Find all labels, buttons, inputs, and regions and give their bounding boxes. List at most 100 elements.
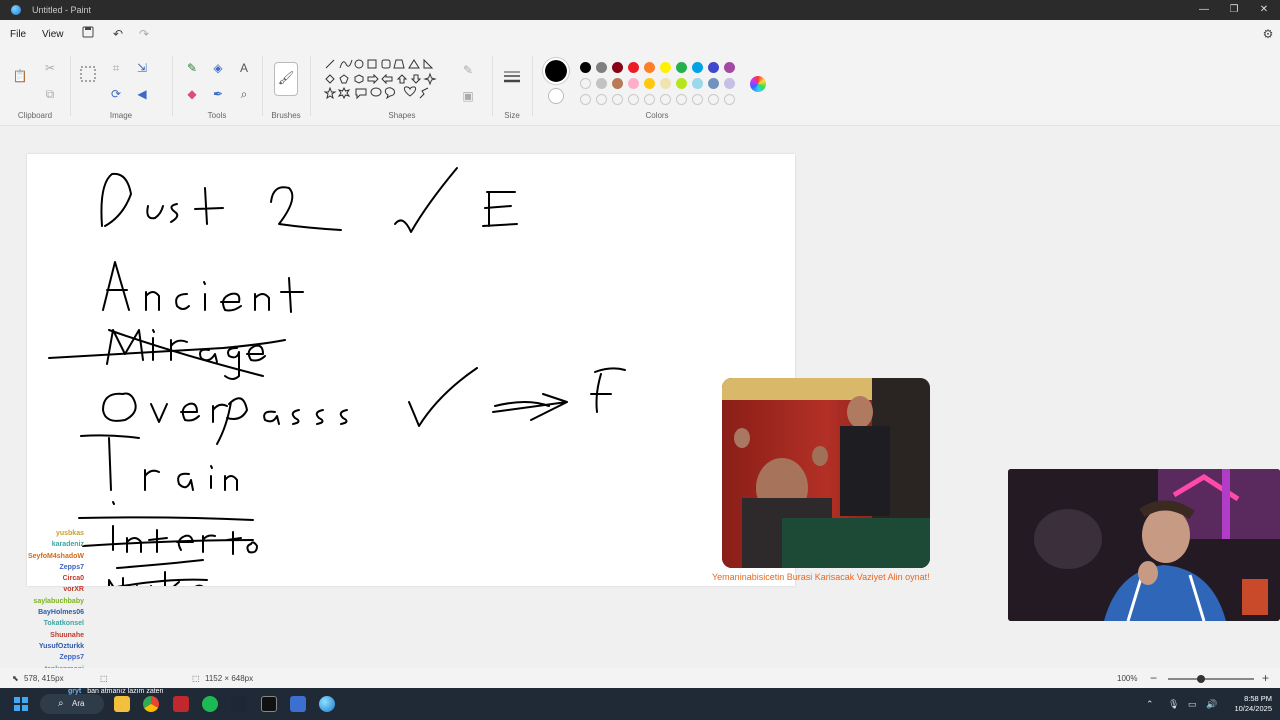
windows-start-icon[interactable]: [14, 697, 28, 711]
webcam-overlay: [1008, 469, 1280, 621]
custom-color-slot[interactable]: [644, 94, 655, 105]
custom-color-slot[interactable]: [676, 94, 687, 105]
custom-color-slot[interactable]: [580, 94, 591, 105]
clock[interactable]: 8:58 PM 10/24/2025: [1222, 694, 1272, 714]
color-swatch[interactable]: [644, 62, 655, 73]
menu-file[interactable]: File: [10, 29, 26, 40]
color-swatch[interactable]: [596, 62, 607, 73]
color-swatch[interactable]: [724, 62, 735, 73]
close-button[interactable]: ✕: [1250, 2, 1278, 18]
maximize-button[interactable]: ❐: [1220, 2, 1248, 18]
brushes-group: 🖌 Brushes: [264, 52, 308, 124]
color-swatch[interactable]: [660, 62, 671, 73]
steam-icon[interactable]: [231, 696, 247, 712]
zoom-slider[interactable]: [1168, 678, 1254, 680]
color-swatch[interactable]: [628, 62, 639, 73]
color-swatch[interactable]: [676, 78, 687, 89]
color-swatch[interactable]: [644, 78, 655, 89]
recorder-icon[interactable]: [173, 696, 189, 712]
video-overlay: [722, 378, 930, 568]
notes-icon[interactable]: [290, 696, 306, 712]
ribbon-divider: [262, 56, 263, 116]
line-size-icon[interactable]: [504, 70, 520, 84]
custom-color-slot[interactable]: [596, 94, 607, 105]
color-swatch[interactable]: [724, 78, 735, 89]
color-swatch[interactable]: [708, 62, 719, 73]
primary-color[interactable]: [543, 58, 569, 84]
color-swatch[interactable]: [596, 78, 607, 89]
taskbar-search-label: Ara: [72, 699, 85, 708]
network-icon[interactable]: ▭: [1188, 699, 1197, 710]
chat-message: Tokatkonsel: [16, 620, 206, 631]
resize-icon[interactable]: ⇲: [134, 60, 150, 76]
color-swatch[interactable]: [580, 62, 591, 73]
paste-icon[interactable]: 📋: [12, 68, 28, 84]
cut-icon[interactable]: ✂: [42, 60, 58, 76]
zoom-slider-thumb[interactable]: [1197, 675, 1205, 683]
chat-message: yusbkas: [16, 530, 206, 541]
fill-icon[interactable]: ◈: [210, 60, 226, 76]
outline-icon[interactable]: ✎: [460, 62, 476, 78]
zoom-out-button[interactable]: −: [1150, 671, 1157, 685]
shapes-group: ✎ ▣ Shapes: [312, 52, 492, 124]
paint-taskbar-icon[interactable]: [319, 696, 335, 712]
color-picker-icon[interactable]: ✒: [210, 86, 226, 102]
colors-group: Colors: [534, 52, 780, 124]
pencil-icon[interactable]: ✎: [184, 60, 200, 76]
color-swatch[interactable]: [612, 62, 623, 73]
menu-view[interactable]: View: [42, 29, 64, 40]
minimize-button[interactable]: —: [1190, 2, 1218, 18]
chrome-icon[interactable]: [143, 696, 159, 712]
custom-color-slot[interactable]: [724, 94, 735, 105]
stream-chat: yusbkas karadeniz SeyfoM4shadoW Zepps7 Circa…: [16, 530, 206, 677]
custom-color-slot[interactable]: [660, 94, 671, 105]
text-icon[interactable]: A: [236, 60, 252, 76]
redo-icon[interactable]: ↷: [136, 26, 152, 42]
undo-icon[interactable]: ↶: [110, 26, 126, 42]
volume-icon[interactable]: 🔊: [1206, 699, 1217, 710]
color-swatch[interactable]: [692, 62, 703, 73]
copy-icon[interactable]: ⧉: [42, 86, 58, 102]
file-explorer-icon[interactable]: [114, 696, 130, 712]
microphone-icon[interactable]: 🎙: [1168, 699, 1179, 710]
eraser-icon[interactable]: ◆: [184, 86, 200, 102]
chat-message: karadeniz: [16, 541, 206, 552]
epic-games-icon[interactable]: [261, 696, 277, 712]
color-swatch[interactable]: [628, 78, 639, 89]
colors-label: Colors: [645, 111, 669, 120]
color-swatch[interactable]: [676, 62, 687, 73]
fill-shape-icon[interactable]: ▣: [460, 88, 476, 104]
chat-message: Circa0: [16, 575, 206, 586]
brush-icon[interactable]: 🖌: [274, 62, 298, 96]
edit-colors-icon[interactable]: [750, 76, 766, 92]
crop-icon[interactable]: ⌗: [108, 60, 124, 76]
drawing-canvas[interactable]: [27, 154, 795, 586]
secondary-color[interactable]: [548, 88, 564, 104]
flip-icon[interactable]: ◀: [134, 86, 150, 102]
custom-color-slot[interactable]: [708, 94, 719, 105]
settings-icon[interactable]: ⚙: [1260, 26, 1276, 42]
clock-date: 10/24/2025: [1234, 704, 1272, 713]
color-swatch[interactable]: [692, 78, 703, 89]
custom-color-slot[interactable]: [692, 94, 703, 105]
size-group: Size: [494, 52, 530, 124]
chat-username: Circa0: [62, 575, 84, 583]
save-icon[interactable]: [80, 26, 96, 42]
rotate-icon[interactable]: ⟳: [108, 86, 124, 102]
color-swatch[interactable]: [708, 78, 719, 89]
magnifier-icon[interactable]: ⌕: [236, 86, 252, 102]
shapes-gallery[interactable]: [324, 58, 454, 104]
spotify-icon[interactable]: [202, 696, 218, 712]
brushes-label: Brushes: [271, 111, 301, 120]
color-swatch[interactable]: [660, 78, 671, 89]
custom-color-slot[interactable]: [628, 94, 639, 105]
chat-last-message: gryt ban atmanız lazım zaten: [68, 688, 163, 695]
color-swatch[interactable]: [612, 78, 623, 89]
color-swatch[interactable]: [580, 78, 591, 89]
image-group: ⌗ ⇲ ⟳ ◀ Image: [72, 52, 170, 124]
tray-overflow-icon[interactable]: ⌃: [1146, 699, 1154, 710]
zoom-in-button[interactable]: +: [1262, 671, 1269, 685]
custom-color-slot[interactable]: [612, 94, 623, 105]
select-icon[interactable]: [80, 66, 96, 82]
canvas-size-icon: ⬚: [192, 674, 200, 683]
